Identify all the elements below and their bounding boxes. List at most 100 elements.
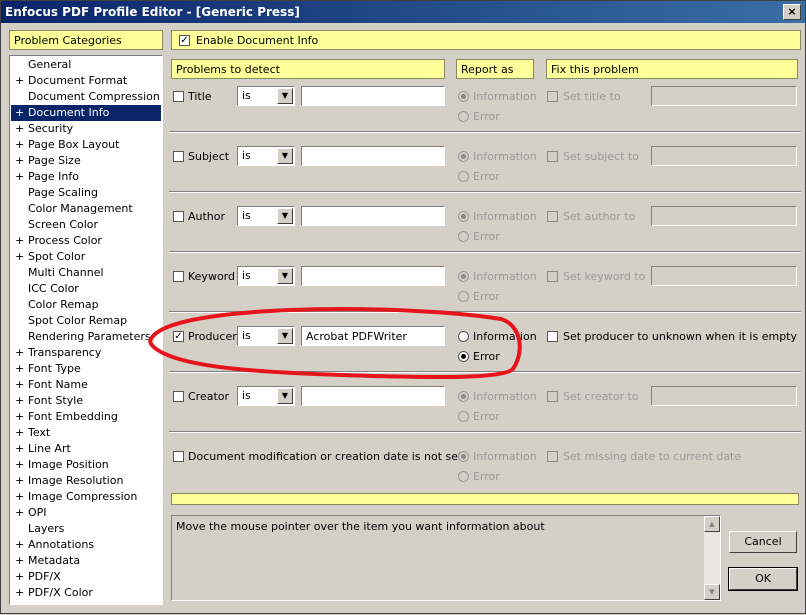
date-error-radio[interactable]	[458, 471, 469, 482]
report-error-radio[interactable]	[458, 351, 469, 362]
expand-plus-icon[interactable]: +	[15, 233, 25, 249]
date-info-radio[interactable]	[458, 451, 469, 462]
expand-plus-icon[interactable]: +	[15, 121, 25, 137]
fix-checkbox[interactable]	[547, 211, 558, 222]
fix-checkbox[interactable]	[547, 151, 558, 162]
value-field[interactable]	[301, 86, 445, 106]
report-info-radio[interactable]	[458, 391, 469, 402]
sidebar-item[interactable]: + PDF/X Color	[11, 585, 161, 601]
sidebar-item[interactable]: + Font Name	[11, 377, 161, 393]
expand-plus-icon[interactable]: +	[15, 473, 25, 489]
operator-dropdown[interactable]: is ▼	[237, 386, 295, 406]
ok-button[interactable]: OK	[728, 567, 798, 591]
expand-plus-icon[interactable]: +	[15, 249, 25, 265]
row-checkbox[interactable]	[173, 211, 184, 222]
sidebar-item[interactable]: General	[11, 57, 161, 73]
fix-value-field[interactable]	[651, 86, 797, 106]
expand-plus-icon[interactable]: +	[15, 585, 25, 601]
chevron-down-icon[interactable]: ▼	[277, 148, 293, 164]
sidebar-item[interactable]: + Image Resolution	[11, 473, 161, 489]
cancel-button[interactable]: Cancel	[729, 531, 797, 553]
fix-checkbox[interactable]	[547, 331, 558, 342]
info-scrollbar[interactable]: ▲ ▼	[704, 516, 720, 600]
sidebar-item[interactable]: + Spot Color	[11, 249, 161, 265]
sidebar-item[interactable]: + PDF/X	[11, 569, 161, 585]
expand-plus-icon[interactable]: +	[15, 169, 25, 185]
fix-value-field[interactable]	[651, 386, 797, 406]
problem-categories-list[interactable]: General + Document Format Document Compress…	[9, 55, 163, 605]
expand-plus-icon[interactable]: +	[15, 505, 25, 521]
enable-checkbox[interactable]: ✓	[179, 35, 190, 46]
date-row-checkbox[interactable]	[173, 451, 184, 462]
chevron-down-icon[interactable]: ▼	[277, 388, 293, 404]
fix-value-field[interactable]	[651, 266, 797, 286]
sidebar-item[interactable]: + Document Info	[11, 105, 161, 121]
expand-plus-icon[interactable]: +	[15, 73, 25, 89]
fix-checkbox[interactable]	[547, 91, 558, 102]
sidebar-item[interactable]: + Page Size	[11, 153, 161, 169]
expand-plus-icon[interactable]: +	[15, 457, 25, 473]
expand-plus-icon[interactable]: +	[15, 153, 25, 169]
scroll-up-icon[interactable]: ▲	[704, 516, 720, 532]
sidebar-item[interactable]: + Image Compression	[11, 489, 161, 505]
sidebar-item[interactable]: + Metadata	[11, 553, 161, 569]
close-icon[interactable]: ×	[783, 4, 801, 20]
operator-dropdown[interactable]: is ▼	[237, 146, 295, 166]
sidebar-item[interactable]: Layers	[11, 521, 161, 537]
report-info-radio[interactable]	[458, 151, 469, 162]
expand-plus-icon[interactable]: +	[15, 361, 25, 377]
sidebar-item[interactable]: Multi Channel	[11, 265, 161, 281]
value-field[interactable]	[301, 146, 445, 166]
fix-checkbox[interactable]	[547, 391, 558, 402]
fix-value-field[interactable]	[651, 206, 797, 226]
sidebar-item[interactable]: ICC Color	[11, 281, 161, 297]
sidebar-item[interactable]: Page Scaling	[11, 185, 161, 201]
operator-dropdown[interactable]: is ▼	[237, 266, 295, 286]
report-info-radio[interactable]	[458, 211, 469, 222]
expand-plus-icon[interactable]: +	[15, 425, 25, 441]
expand-plus-icon[interactable]: +	[15, 489, 25, 505]
fix-value-field[interactable]	[651, 146, 797, 166]
chevron-down-icon[interactable]: ▼	[277, 208, 293, 224]
expand-plus-icon[interactable]: +	[15, 345, 25, 361]
expand-plus-icon[interactable]: +	[15, 393, 25, 409]
report-info-radio[interactable]	[458, 271, 469, 282]
report-error-radio[interactable]	[458, 111, 469, 122]
chevron-down-icon[interactable]: ▼	[277, 88, 293, 104]
expand-plus-icon[interactable]: +	[15, 441, 25, 457]
expand-plus-icon[interactable]: +	[15, 569, 25, 585]
sidebar-item[interactable]: Color Management	[11, 201, 161, 217]
sidebar-item[interactable]: + Process Color	[11, 233, 161, 249]
sidebar-item[interactable]: Rendering Parameters	[11, 329, 161, 345]
value-field[interactable]	[301, 386, 445, 406]
operator-dropdown[interactable]: is ▼	[237, 326, 295, 346]
row-checkbox[interactable]	[173, 91, 184, 102]
report-info-radio[interactable]	[458, 331, 469, 342]
expand-plus-icon[interactable]: +	[15, 137, 25, 153]
value-field[interactable]	[301, 206, 445, 226]
sidebar-item[interactable]: Screen Color	[11, 217, 161, 233]
sidebar-item[interactable]: + Transparency	[11, 345, 161, 361]
sidebar-item[interactable]: Color Remap	[11, 297, 161, 313]
scroll-down-icon[interactable]: ▼	[704, 584, 720, 600]
report-error-radio[interactable]	[458, 171, 469, 182]
report-error-radio[interactable]	[458, 291, 469, 302]
fix-checkbox[interactable]	[547, 271, 558, 282]
sidebar-item[interactable]: + Font Type	[11, 361, 161, 377]
sidebar-item[interactable]: Document Compression	[11, 89, 161, 105]
chevron-down-icon[interactable]: ▼	[277, 328, 293, 344]
sidebar-item[interactable]: + Page Box Layout	[11, 137, 161, 153]
expand-plus-icon[interactable]: +	[15, 537, 25, 553]
sidebar-item[interactable]: + Line Art	[11, 441, 161, 457]
sidebar-item[interactable]: + Text	[11, 425, 161, 441]
sidebar-item[interactable]: + Image Position	[11, 457, 161, 473]
report-error-radio[interactable]	[458, 411, 469, 422]
row-checkbox[interactable]	[173, 151, 184, 162]
expand-plus-icon[interactable]: +	[15, 105, 25, 121]
date-fix-checkbox[interactable]	[547, 451, 558, 462]
expand-plus-icon[interactable]: +	[15, 553, 25, 569]
value-field[interactable]: Acrobat PDFWriter	[301, 326, 445, 346]
operator-dropdown[interactable]: is ▼	[237, 86, 295, 106]
sidebar-item[interactable]: + Font Style	[11, 393, 161, 409]
sidebar-item[interactable]: + Document Format	[11, 73, 161, 89]
